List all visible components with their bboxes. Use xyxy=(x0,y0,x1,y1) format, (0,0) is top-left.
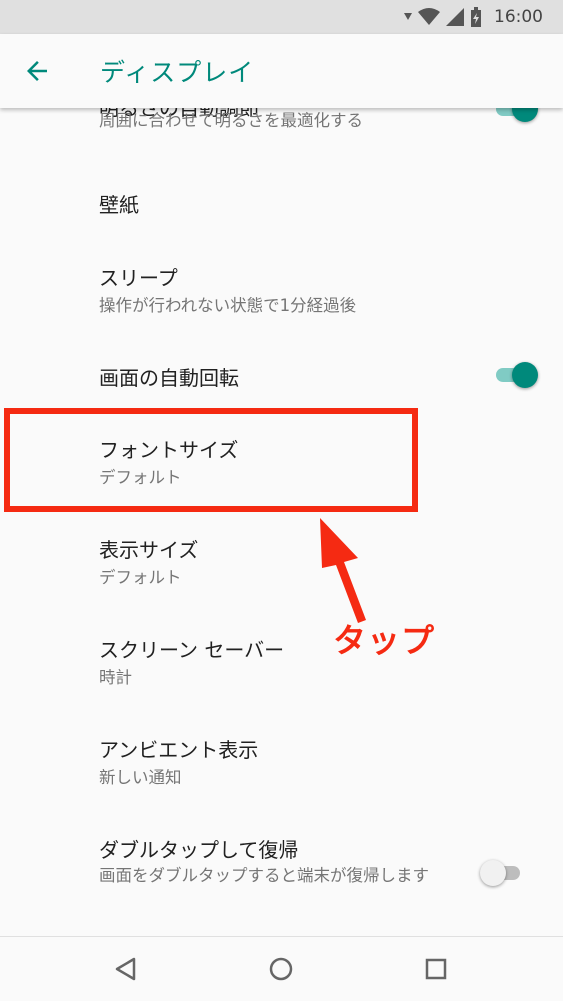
signal-icon xyxy=(404,13,412,20)
setting-screen-saver[interactable]: スクリーン セーバー 時計 xyxy=(0,608,563,708)
battery-icon xyxy=(471,7,481,27)
setting-title: フォントサイズ xyxy=(99,438,239,462)
auto-rotate-toggle[interactable] xyxy=(492,360,538,390)
status-bar: 16:00 xyxy=(0,0,563,34)
double-tap-wake-toggle[interactable] xyxy=(480,858,526,888)
toggle-thumb xyxy=(512,108,538,122)
setting-title: スリープ xyxy=(99,266,178,290)
status-time: 16:00 xyxy=(494,7,543,27)
app-bar: ディスプレイ xyxy=(0,34,563,108)
nav-bar xyxy=(0,936,563,1001)
back-triangle-icon[interactable] xyxy=(110,953,142,985)
setting-double-tap-wake[interactable]: ダブルタップして復帰 画面をダブルタップすると端末が復帰します xyxy=(0,808,563,936)
setting-summary: デフォルト xyxy=(99,468,182,487)
annotation-label: タップ xyxy=(333,621,435,660)
toggle-thumb xyxy=(480,860,506,886)
setting-summary: デフォルト xyxy=(99,568,182,587)
recents-square-icon[interactable] xyxy=(420,953,452,985)
home-circle-icon[interactable] xyxy=(265,953,297,985)
setting-summary: 時計 xyxy=(99,668,132,687)
toggle-thumb xyxy=(512,362,538,388)
setting-summary: 新しい通知 xyxy=(99,768,182,787)
setting-title: アンビエント表示 xyxy=(99,738,259,762)
setting-auto-brightness[interactable]: 明るさの自動調節 周囲に合わせて明るさを最適化する xyxy=(0,108,563,156)
page-title: ディスプレイ xyxy=(100,58,255,87)
setting-auto-rotate[interactable]: 画面の自動回転 xyxy=(0,346,563,408)
status-icons: 16:00 xyxy=(404,6,543,28)
setting-summary: 周囲に合わせて明るさを最適化する xyxy=(99,111,363,130)
setting-summary: 画面をダブルタップすると端末が復帰します xyxy=(99,866,429,885)
setting-title: ダブルタップして復帰 xyxy=(99,838,299,862)
setting-ambient-display[interactable]: アンビエント表示 新しい通知 xyxy=(0,708,563,808)
setting-wallpaper[interactable]: 壁紙 xyxy=(0,160,563,246)
settings-list: 明るさの自動調節 周囲に合わせて明るさを最適化する 壁紙 スリープ 操作が行われ… xyxy=(0,108,563,936)
setting-title: 壁紙 xyxy=(99,193,139,217)
wifi-icon xyxy=(418,8,440,25)
setting-font-size[interactable]: フォントサイズ デフォルト xyxy=(0,408,563,508)
setting-sleep[interactable]: スリープ 操作が行われない状態で1分経過後 xyxy=(0,246,563,346)
setting-title: スクリーン セーバー xyxy=(99,638,285,662)
setting-display-size[interactable]: 表示サイズ デフォルト xyxy=(0,508,563,608)
auto-brightness-toggle[interactable] xyxy=(492,108,538,124)
arrow-back-icon[interactable] xyxy=(22,56,52,86)
setting-title: 画面の自動回転 xyxy=(99,366,239,390)
setting-title: 表示サイズ xyxy=(99,538,199,562)
cell-signal-icon xyxy=(446,8,464,26)
setting-summary: 操作が行われない状態で1分経過後 xyxy=(99,296,357,315)
